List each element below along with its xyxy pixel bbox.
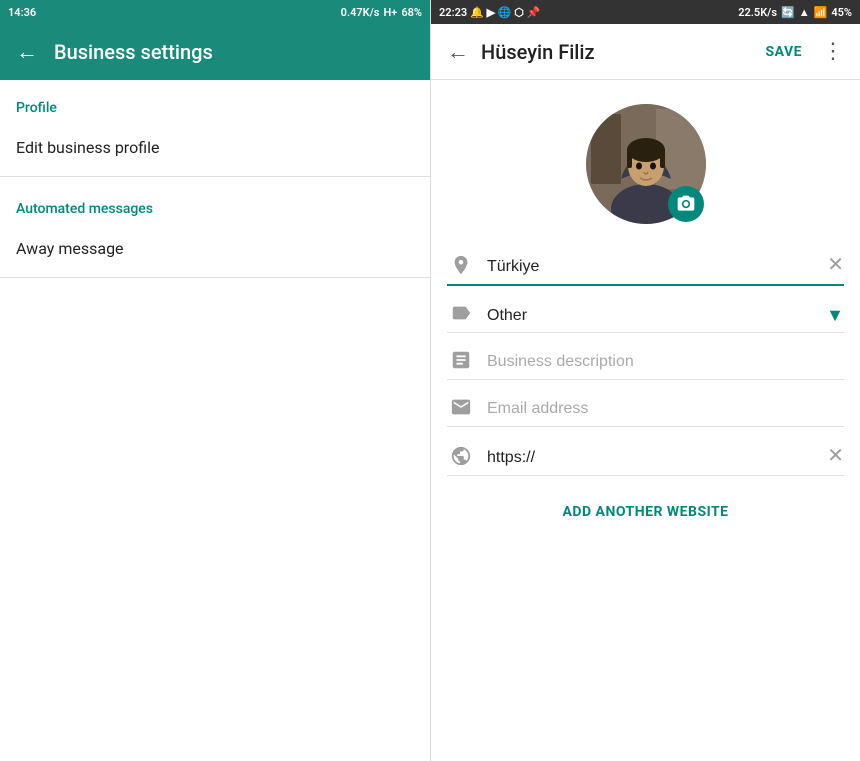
edit-business-profile-item[interactable]: Edit business profile (0, 124, 430, 172)
right-battery: 45% (831, 6, 852, 19)
website-row: ✕ (447, 435, 844, 476)
description-row (447, 341, 844, 380)
right-wifi-icon: ▲ (799, 6, 810, 19)
email-row (447, 388, 844, 427)
email-field (487, 396, 844, 422)
location-input[interactable] (487, 254, 815, 280)
description-field (487, 349, 844, 375)
description-input[interactable] (487, 349, 844, 375)
website-field (487, 445, 815, 471)
right-panel: 22:23 🔔 ▶ 🌐 ⬡ 📌 22.5K/s 🔄 ▲ 📶 45% ← Hüse… (430, 0, 860, 761)
left-panel: 14:36 0.47K/s H+ 68% ← Business settings… (0, 0, 430, 761)
website-clear-button[interactable]: ✕ (827, 443, 844, 471)
left-network-speed: 0.47K/s (341, 6, 380, 19)
right-time: 22:23 (439, 6, 467, 19)
left-time: 14:36 (8, 6, 36, 19)
avatar-wrapper (586, 104, 706, 224)
camera-icon (676, 194, 696, 214)
email-input[interactable] (487, 396, 844, 422)
website-input[interactable] (487, 445, 815, 471)
right-status-right: 22.5K/s 🔄 ▲ 📶 45% (738, 6, 852, 19)
divider-1 (0, 176, 430, 177)
right-back-button[interactable]: ← (447, 39, 469, 65)
left-network-type: H+ (383, 6, 397, 19)
profile-section-label: Profile (0, 80, 430, 124)
left-header: ← Business settings (0, 24, 430, 80)
description-icon (447, 349, 475, 375)
away-message-item[interactable]: Away message (0, 225, 430, 273)
category-row: Other Retail Automotive Beauty Education… (447, 294, 844, 333)
right-status-left: 22:23 🔔 ▶ 🌐 ⬡ 📌 (439, 6, 540, 19)
form-section: ✕ Other Retail Automotive Beauty Educati… (431, 244, 860, 476)
email-icon (447, 396, 475, 422)
left-status-right: 0.47K/s H+ 68% (341, 6, 422, 19)
left-page-title: Business settings (54, 40, 213, 64)
left-back-button[interactable]: ← (16, 39, 38, 65)
category-dropdown-arrow: ▼ (826, 305, 844, 326)
website-icon (447, 445, 475, 471)
right-sync-icon: 🔄 (781, 6, 795, 19)
left-battery: 68% (401, 6, 422, 19)
category-select[interactable]: Other Retail Automotive Beauty Education… (487, 303, 826, 328)
right-status-bar: 22:23 🔔 ▶ 🌐 ⬡ 📌 22.5K/s 🔄 ▲ 📶 45% (431, 0, 860, 24)
location-icon (447, 254, 475, 280)
category-select-wrapper: Other Retail Automotive Beauty Education… (487, 303, 844, 328)
right-network-speed: 22.5K/s (738, 6, 777, 19)
left-content: Profile Edit business profile Automated … (0, 80, 430, 761)
right-signal-icon: 📶 (814, 6, 828, 19)
add-website-button[interactable]: ADD ANOTHER WEBSITE (431, 484, 860, 536)
location-field (487, 254, 815, 280)
right-page-title: Hüseyin Filiz (481, 40, 754, 64)
automated-messages-section-label: Automated messages (0, 181, 430, 225)
right-content: ✕ Other Retail Automotive Beauty Educati… (431, 80, 860, 761)
right-notification-icons: 🔔 ▶ 🌐 ⬡ 📌 (470, 6, 540, 19)
more-options-button[interactable]: ⋮ (822, 39, 844, 64)
right-header: ← Hüseyin Filiz SAVE ⋮ (431, 24, 860, 80)
left-status-bar: 14:36 0.47K/s H+ 68% (0, 0, 430, 24)
location-clear-button[interactable]: ✕ (827, 252, 844, 280)
change-photo-button[interactable] (668, 186, 704, 222)
divider-2 (0, 277, 430, 278)
category-icon (447, 302, 475, 328)
avatar-section (431, 80, 860, 244)
location-row: ✕ (447, 244, 844, 286)
save-button[interactable]: SAVE (766, 44, 803, 60)
